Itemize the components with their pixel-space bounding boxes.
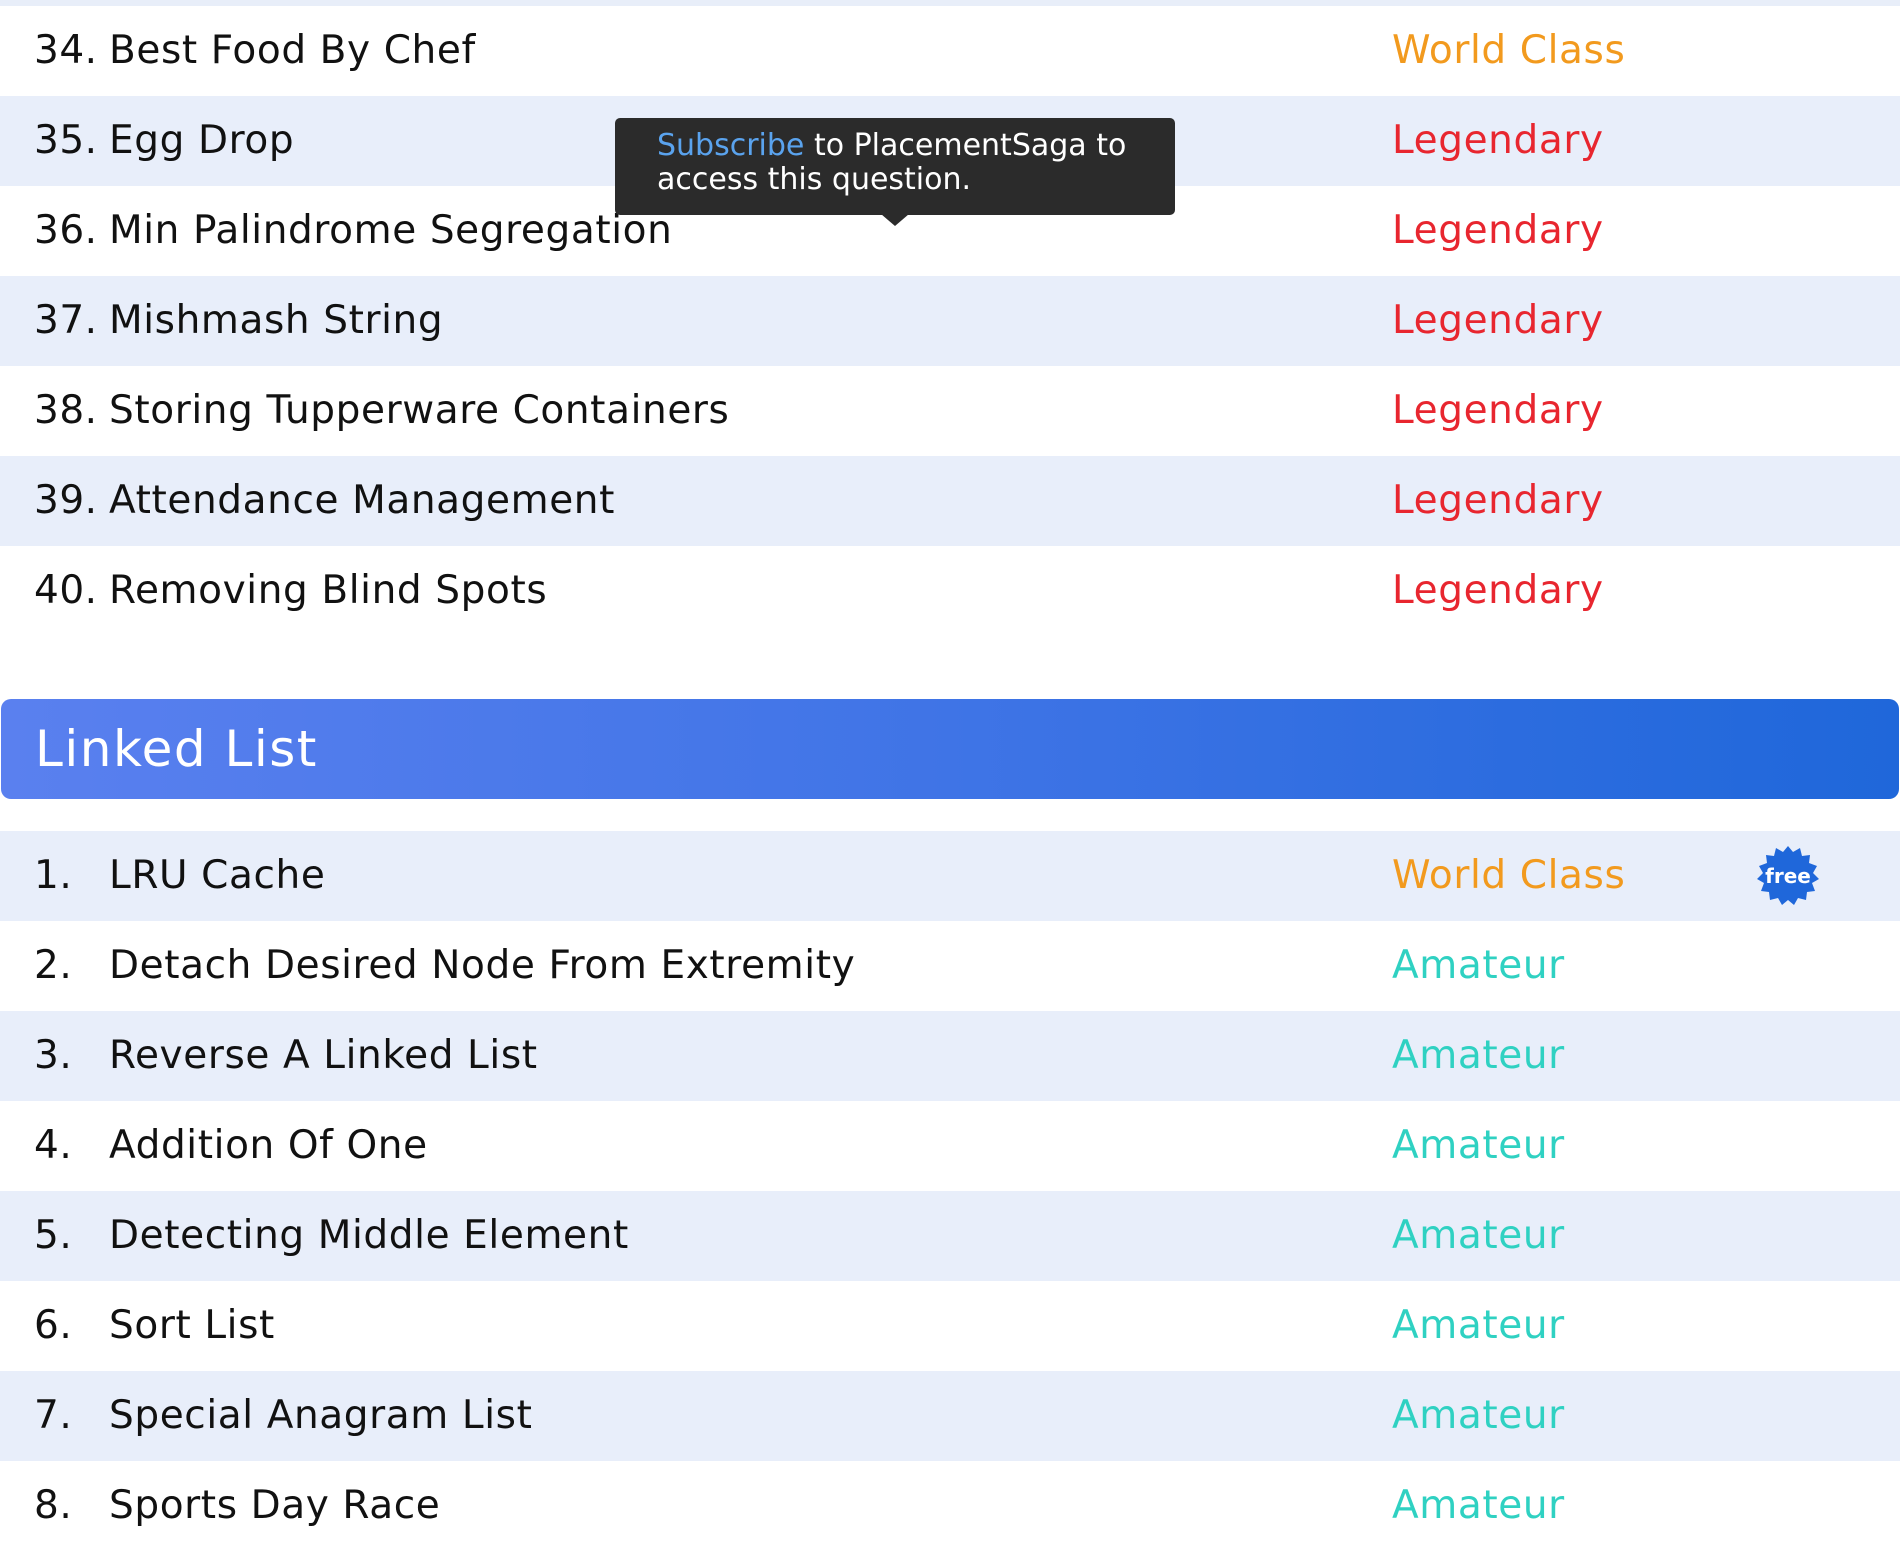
tooltip-text-line2: access this question.	[657, 162, 972, 197]
difficulty-label: Legendary	[1392, 478, 1604, 523]
question-title[interactable]: Reverse A Linked List	[109, 1011, 538, 1101]
question-number: 34.	[34, 28, 98, 73]
difficulty-label: Amateur	[1392, 1483, 1565, 1528]
question-title[interactable]: Storing Tupperware Containers	[109, 366, 729, 456]
list-item[interactable]: 4. Addition Of One Amateur	[0, 1101, 1900, 1191]
list-item[interactable]: 3. Reverse A Linked List Amateur	[0, 1011, 1900, 1101]
question-number: 5.	[34, 1213, 73, 1258]
tooltip-text-line1: to PlacementSaga to	[804, 128, 1127, 163]
question-title[interactable]: Detecting Middle Element	[109, 1191, 629, 1281]
tooltip-arrow	[881, 214, 909, 226]
difficulty-label: World Class	[1392, 853, 1626, 898]
section-title: Linked List	[35, 720, 318, 778]
question-title[interactable]: Special Anagram List	[109, 1371, 532, 1461]
difficulty-label: World Class	[1392, 28, 1626, 73]
free-badge-icon: free	[1756, 844, 1820, 908]
question-title[interactable]: Addition Of One	[109, 1101, 428, 1191]
question-title[interactable]: Best Food By Chef	[109, 6, 476, 96]
list-item[interactable]: 40. Removing Blind Spots Legendary	[0, 546, 1900, 636]
list-item[interactable]: 1. LRU Cache World Class free	[0, 831, 1900, 921]
question-number: 37.	[34, 298, 98, 343]
question-number: 6.	[34, 1303, 73, 1348]
question-number: 3.	[34, 1033, 73, 1078]
list-item[interactable]: 38. Storing Tupperware Containers Legend…	[0, 366, 1900, 456]
question-number: 38.	[34, 388, 98, 433]
difficulty-label: Amateur	[1392, 1303, 1565, 1348]
question-title[interactable]: Mishmash String	[109, 276, 443, 366]
question-number: 40.	[34, 568, 98, 613]
difficulty-label: Legendary	[1392, 568, 1604, 613]
question-number: 7.	[34, 1393, 73, 1438]
difficulty-label: Legendary	[1392, 388, 1604, 433]
question-number: 35.	[34, 118, 98, 163]
list-item[interactable]: 2. Detach Desired Node From Extremity Am…	[0, 921, 1900, 1011]
list-item[interactable]: 8. Sports Day Race Amateur	[0, 1461, 1900, 1537]
section-header-linked-list[interactable]: Linked List	[1, 699, 1899, 799]
list-item[interactable]: 6. Sort List Amateur	[0, 1281, 1900, 1371]
list-item[interactable]: 34. Best Food By Chef World Class	[0, 6, 1900, 96]
question-number: 2.	[34, 943, 73, 988]
question-title[interactable]: LRU Cache	[109, 831, 325, 921]
question-number: 39.	[34, 478, 98, 523]
subscribe-link[interactable]: Subscribe	[657, 128, 804, 163]
question-number: 8.	[34, 1483, 73, 1528]
question-title[interactable]: Sort List	[109, 1281, 275, 1371]
list-item[interactable]: 7. Special Anagram List Amateur	[0, 1371, 1900, 1461]
question-number: 4.	[34, 1123, 73, 1168]
difficulty-label: Amateur	[1392, 943, 1565, 988]
difficulty-label: Legendary	[1392, 208, 1604, 253]
difficulty-label: Amateur	[1392, 1123, 1565, 1168]
difficulty-label: Amateur	[1392, 1213, 1565, 1258]
difficulty-label: Legendary	[1392, 118, 1604, 163]
list-item[interactable]: 39. Attendance Management Legendary	[0, 456, 1900, 546]
question-title[interactable]: Detach Desired Node From Extremity	[109, 921, 855, 1011]
question-title[interactable]: Removing Blind Spots	[109, 546, 547, 636]
difficulty-label: Amateur	[1392, 1033, 1565, 1078]
question-title[interactable]: Attendance Management	[109, 456, 615, 546]
question-number: 36.	[34, 208, 98, 253]
question-title[interactable]: Min Palindrome Segregation	[109, 186, 672, 276]
list-item[interactable]: 5. Detecting Middle Element Amateur	[0, 1191, 1900, 1281]
question-title[interactable]: Sports Day Race	[109, 1461, 440, 1551]
question-title[interactable]: Egg Drop	[109, 96, 294, 186]
question-number: 1.	[34, 853, 73, 898]
list-item[interactable]: 37. Mishmash String Legendary	[0, 276, 1900, 366]
free-badge-label: free	[1765, 864, 1811, 888]
difficulty-label: Amateur	[1392, 1393, 1565, 1438]
subscribe-tooltip: Subscribe to PlacementSaga to access thi…	[615, 118, 1175, 215]
difficulty-label: Legendary	[1392, 298, 1604, 343]
